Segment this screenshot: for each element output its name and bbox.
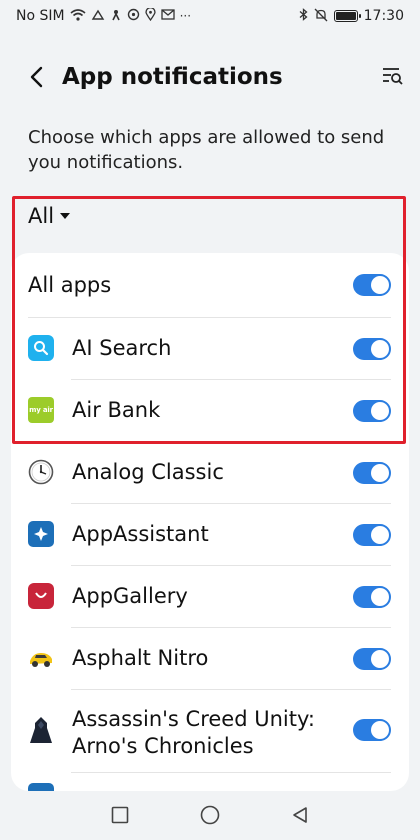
clock-label: 17:30 [363,8,404,24]
list-item-ai-search[interactable]: AI Search [11,318,409,379]
all-apps-toggle[interactable] [353,274,391,296]
asphalt-nitro-app-icon [28,645,54,671]
back-button[interactable] [12,53,60,101]
fitness-icon [110,9,122,24]
app-name: Assassin's Creed Unity: Arno's Chronicle… [72,707,315,758]
wifi-icon [70,8,86,24]
app-bar: App notifications [0,52,420,102]
app-name: Air Bank [72,398,161,422]
list-item-analog-classic[interactable]: Analog Classic [11,442,409,503]
system-nav-bar [0,790,420,840]
app-gallery-app-icon [28,583,54,609]
air-bank-app-icon: my air [28,397,54,423]
list-item-air-bank[interactable]: my air Air Bank [11,380,409,441]
carrier-label: No SIM [16,8,65,24]
filter-dropdown[interactable]: All [28,200,71,232]
mute-icon [314,8,328,25]
app-notification-toggle[interactable] [353,338,391,360]
analog-clock-app-icon [28,459,54,485]
app-notification-toggle[interactable] [353,586,391,608]
app-notification-toggle[interactable] [353,524,391,546]
recents-button[interactable] [75,790,165,840]
list-item-appgallery[interactable]: AppGallery [11,566,409,627]
gmail-icon [160,9,175,23]
page-description: Choose which apps are allowed to send yo… [28,127,385,173]
page-title: App notifications [62,64,283,90]
circle-icon [200,805,220,825]
list-item-assassins-creed[interactable]: Assassin's Creed Unity: Arno's Chronicle… [11,690,409,772]
assassins-creed-app-icon [28,717,54,743]
app-notification-toggle[interactable] [353,400,391,422]
app-notification-toggle[interactable] [353,648,391,670]
vpn-icon [91,9,105,24]
whatsapp-icon [127,8,140,24]
app-name: AppGallery [72,584,188,608]
app-notification-toggle[interactable] [353,462,391,484]
square-icon [111,806,129,824]
app-name: AppAssistant [72,522,209,546]
app-list-card: All apps AI Search my air Air Bank Analo… [11,253,409,791]
home-button[interactable] [165,790,255,840]
triangle-back-icon [293,807,307,823]
back-nav-button[interactable] [255,790,345,840]
app-name: AI Search [72,336,172,360]
search-list-icon[interactable] [380,64,404,88]
status-bar: No SIM ··· 17:30 [0,0,420,32]
location-icon [144,7,156,24]
ai-search-app-icon [28,335,54,361]
bluetooth-icon [299,8,308,24]
app-assistant-app-icon [28,521,54,547]
chevron-left-icon [30,66,43,88]
all-apps-row[interactable]: All apps [11,253,409,317]
caret-down-icon [60,209,71,223]
list-item-partial[interactable] [11,773,409,791]
filter-label: All [28,204,55,228]
battery-icon [333,10,361,22]
app-name: Asphalt Nitro [72,646,209,670]
list-item-appassistant[interactable]: AppAssistant [11,504,409,565]
more-notifications-icon: ··· [179,9,192,23]
list-item-asphalt-nitro[interactable]: Asphalt Nitro [11,628,409,689]
app-name: Analog Classic [72,460,224,484]
all-apps-label: All apps [28,272,112,297]
app-notification-toggle[interactable] [353,719,391,741]
